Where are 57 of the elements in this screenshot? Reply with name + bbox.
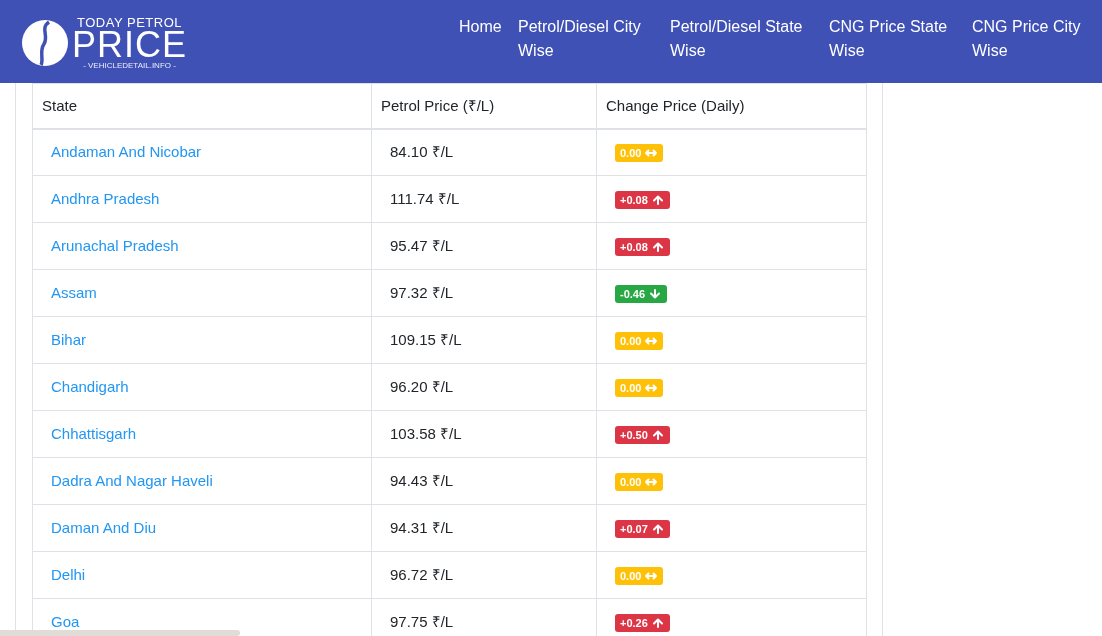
price-text: 97.32 ₹/L [390, 283, 454, 301]
horizontal-scrollbar[interactable] [0, 630, 240, 636]
column-header: Petrol Price (₹/L) [371, 83, 597, 129]
logo-icon [22, 20, 68, 66]
price-text: 95.47 ₹/L [390, 236, 454, 254]
state-link[interactable]: Delhi [51, 565, 86, 583]
price-text: 84.10 ₹/L [390, 143, 454, 160]
change-badge: +0.07 [615, 520, 670, 538]
state-link[interactable]: Andhra Pradesh [51, 189, 160, 207]
state-link[interactable]: Goa [51, 612, 80, 630]
arrow-down-icon [648, 289, 663, 299]
change-badge: -0.46 [615, 285, 668, 303]
logo-text: TODAY PETROL [77, 16, 182, 29]
column-header: State [32, 83, 372, 129]
arrow-up-icon [650, 524, 665, 534]
arrow-up-icon [650, 242, 665, 252]
double-arrow-icon [644, 148, 659, 159]
column-header: Change Price (Daily) [596, 83, 867, 129]
price-text: 94.43 ₹/L [390, 471, 454, 489]
state-link[interactable]: Andaman And Nicobar [51, 143, 202, 160]
change-badge: 0.00 [615, 144, 664, 163]
state-link[interactable]: Dadra And Nagar Haveli [51, 471, 213, 489]
nav-link[interactable]: Home [459, 15, 518, 39]
arrow-up-icon [650, 618, 665, 628]
arrow-up-icon [650, 430, 665, 440]
arrow-up-icon [650, 195, 665, 205]
change-badge: 0.00 [615, 567, 664, 585]
nav-link[interactable]: CNG Price City Wise [972, 15, 1102, 63]
double-arrow-icon [644, 477, 659, 487]
double-arrow-icon [644, 383, 659, 393]
double-arrow-icon [644, 336, 659, 346]
change-badge: +0.26 [615, 614, 670, 632]
price-text: 103.58 ₹/L [390, 424, 462, 442]
price-text: 96.20 ₹/L [390, 377, 454, 395]
state-link[interactable]: Arunachal Pradesh [51, 236, 179, 254]
change-badge: 0.00 [615, 379, 664, 397]
logo-text: PRICE [72, 29, 188, 61]
state-link[interactable]: Bihar [51, 330, 87, 348]
price-text: 94.31 ₹/L [390, 518, 454, 536]
change-badge: +0.50 [615, 426, 670, 444]
price-text: 111.74 ₹/L [390, 189, 460, 207]
state-link[interactable]: Chhattisgarh [51, 424, 137, 442]
change-badge: +0.08 [615, 191, 670, 209]
price-text: 96.72 ₹/L [390, 565, 454, 583]
nav-link[interactable]: Petrol/Diesel City Wise [518, 15, 670, 63]
nav-link[interactable]: Petrol/Diesel State Wise [670, 15, 829, 63]
state-link[interactable]: Daman And Diu [51, 518, 157, 536]
change-badge: 0.00 [615, 332, 664, 350]
double-arrow-icon [644, 571, 659, 581]
price-text: 109.15 ₹/L [390, 330, 462, 348]
price-text: 97.75 ₹/L [390, 612, 454, 630]
state-link[interactable]: Chandigarh [51, 377, 129, 395]
change-badge: +0.08 [615, 238, 670, 256]
state-link[interactable]: Assam [51, 283, 97, 301]
logo-tagline: - VEHICLEDETAIL.INFO - [83, 62, 176, 70]
change-badge: 0.00 [615, 473, 664, 491]
nav-link[interactable]: CNG Price State Wise [829, 15, 972, 63]
